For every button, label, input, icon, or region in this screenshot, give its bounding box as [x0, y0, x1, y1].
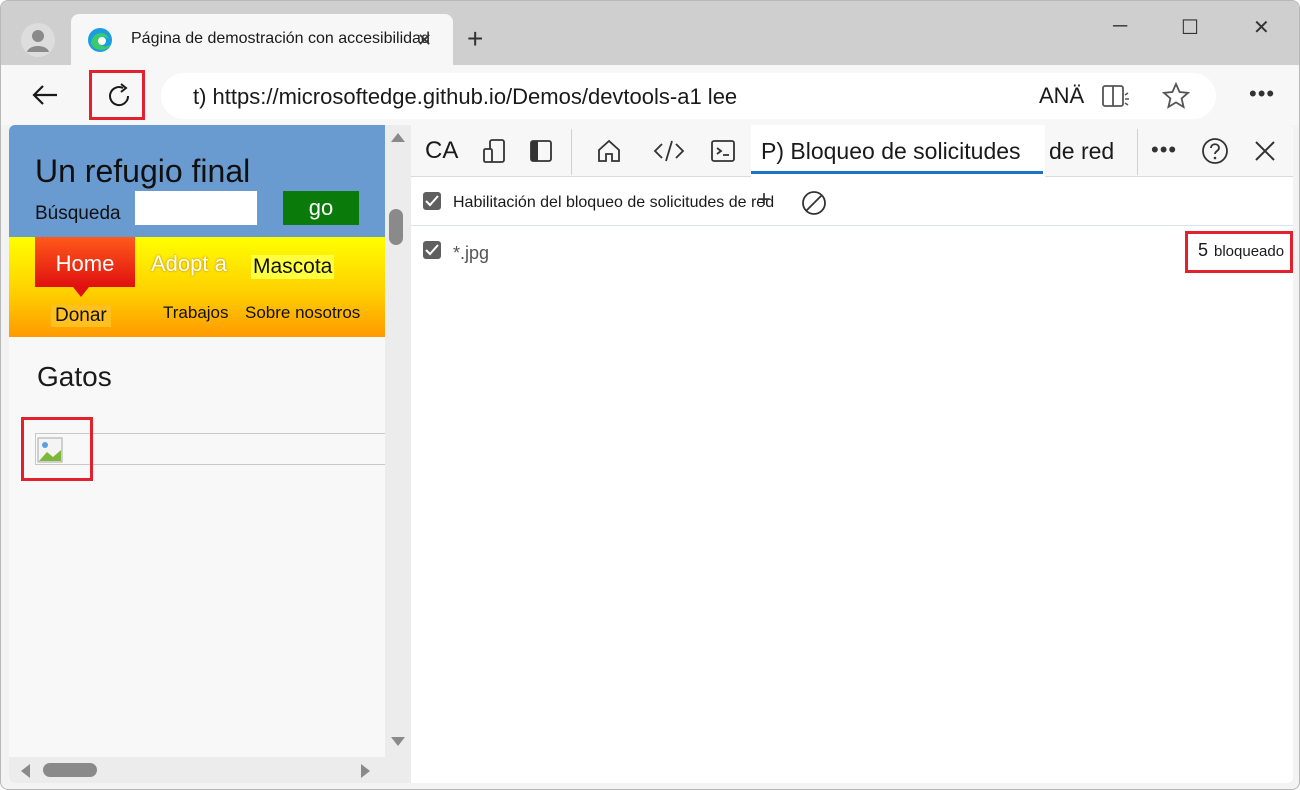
profile-icon[interactable] [21, 23, 55, 57]
nav-home[interactable]: Home [35, 237, 135, 287]
read-aloud-label[interactable]: ANÄ [1039, 83, 1084, 109]
dock-side-icon[interactable] [527, 137, 555, 165]
nav-trabajos[interactable]: Trabajos [163, 303, 229, 323]
content-area: Un refugio final Búsqueda go Home Adopt … [9, 125, 1293, 783]
browser-menu-icon[interactable]: ••• [1249, 81, 1275, 107]
vertical-scroll-thumb[interactable] [389, 209, 403, 245]
pattern-text[interactable]: *.jpg [453, 243, 489, 264]
scroll-left-icon[interactable] [21, 764, 30, 778]
devtools-panel: CA P) Bloqueo de solicitudes de red ••• … [411, 125, 1293, 783]
favorite-star-icon[interactable] [1161, 81, 1191, 111]
refresh-highlight [89, 70, 145, 120]
nav-mascota[interactable]: Mascota [251, 255, 335, 279]
pattern-row: *.jpg [411, 227, 1293, 277]
blocked-image-highlight [21, 417, 93, 481]
devtools-more-icon[interactable]: ••• [1151, 137, 1177, 163]
vertical-scrollbar[interactable] [385, 125, 411, 783]
title-bar: Página de demostración con accesibilidad… [1, 1, 1299, 66]
section-title: Gatos [37, 361, 112, 392]
nav-home-arrow [73, 287, 89, 297]
console-icon[interactable] [709, 137, 737, 165]
browser-tab[interactable]: Página de demostración con accesibilidad… [71, 14, 453, 66]
enable-blocking-checkbox[interactable] [423, 192, 441, 210]
new-tab-icon[interactable]: + [467, 25, 483, 53]
blocked-count-highlight: 5 bloqueado [1185, 231, 1293, 273]
refresh-icon[interactable] [106, 83, 132, 109]
webpage: Un refugio final Búsqueda go Home Adopt … [9, 125, 385, 783]
request-blocking-header: Habilitación del bloqueo de solicitudes … [411, 178, 1293, 226]
site-title: Un refugio final [35, 153, 251, 189]
scroll-right-icon[interactable] [361, 764, 370, 778]
add-pattern-icon[interactable]: + [757, 186, 771, 214]
horizontal-scrollbar[interactable] [9, 757, 385, 783]
horizontal-scroll-thumb[interactable] [43, 763, 97, 777]
active-tab-underline [751, 171, 1043, 174]
toolbar-separator [571, 129, 572, 175]
nav-donar[interactable]: Donar [51, 305, 111, 327]
tab-network-request-blocking[interactable]: P) Bloqueo de solicitudes [751, 125, 1045, 177]
blocked-label: bloqueado [1214, 243, 1285, 260]
search-input[interactable] [135, 191, 257, 225]
enable-blocking-label: Habilitación del bloqueo de solicitudes … [453, 194, 775, 211]
maximize-icon[interactable]: ☐ [1181, 15, 1199, 40]
address-bar[interactable]: t) https://microsoftedge.github.io/Demos… [161, 73, 1216, 119]
remove-all-patterns-icon[interactable] [801, 190, 827, 216]
minimize-icon[interactable]: ─ [1113, 15, 1127, 38]
active-tab-extra-label: de red [1049, 138, 1115, 164]
back-icon[interactable] [29, 79, 61, 111]
address-url: t) https://microsoftedge.github.io/Demos… [193, 84, 738, 109]
window-close-icon[interactable]: ✕ [1253, 15, 1270, 40]
pattern-checkbox[interactable] [423, 241, 441, 259]
toolbar-separator [1137, 129, 1138, 175]
devtools-close-icon[interactable] [1253, 139, 1277, 163]
active-tab-label: P) Bloqueo de solicitudes [761, 138, 1021, 164]
tab-close-icon[interactable]: ✕ [417, 30, 432, 51]
devtools-toolbar: CA P) Bloqueo de solicitudes de red ••• [411, 125, 1293, 177]
scroll-up-icon[interactable] [391, 133, 405, 142]
elements-code-icon[interactable] [653, 137, 685, 165]
browser-toolbar: t) https://microsoftedge.github.io/Demos… [1, 65, 1299, 125]
browser-window: Página de demostración con accesibilidad… [0, 0, 1300, 790]
nav-adopt[interactable]: Adopt a [151, 251, 227, 277]
site-nav: Home Adopt a Mascota Donar Trabajos Sobr… [9, 237, 385, 337]
inspect-ca-label[interactable]: CA [425, 137, 458, 165]
tab-title: Página de demostración con accesibilidad [131, 30, 430, 47]
edge-logo-icon [88, 28, 112, 52]
go-button[interactable]: go [283, 191, 359, 225]
search-label: Búsqueda [35, 203, 121, 224]
help-icon[interactable] [1201, 137, 1229, 165]
site-header: Un refugio final Búsqueda go [9, 125, 385, 237]
scroll-down-icon[interactable] [391, 737, 405, 746]
blocked-count: 5 [1198, 240, 1209, 260]
device-emulation-icon[interactable] [481, 137, 509, 165]
immersive-reader-icon[interactable] [1101, 83, 1131, 111]
nav-sobre-nosotros[interactable]: Sobre nosotros [245, 303, 360, 323]
welcome-home-icon[interactable] [595, 137, 623, 165]
